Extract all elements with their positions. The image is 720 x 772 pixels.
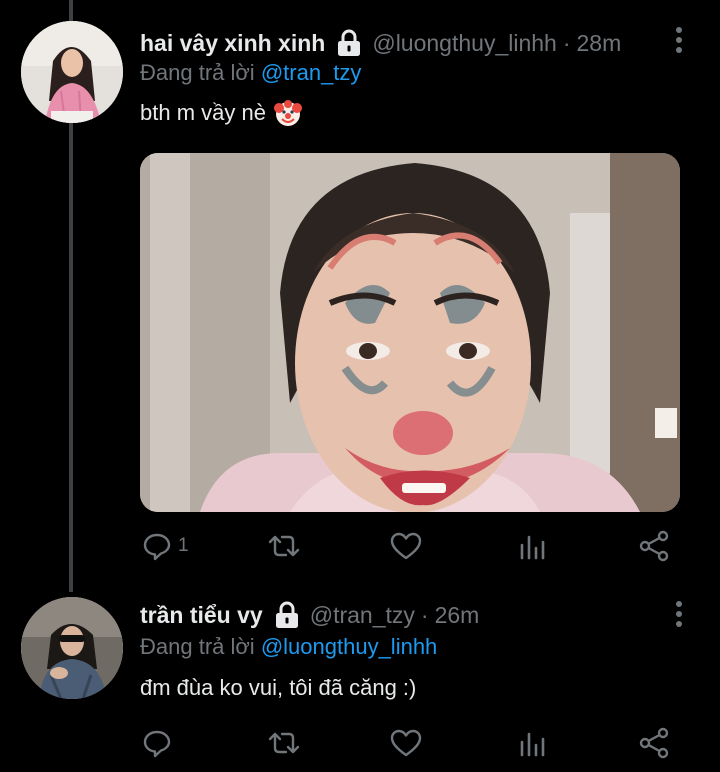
tweet-text-content: đm đùa ko vui, tôi đã căng :) <box>140 675 417 700</box>
tweet-header: hai vây xinh xinh @luongthuy_linhh · 28m <box>140 26 621 60</box>
retweet-button[interactable] <box>266 725 302 761</box>
user-handle[interactable]: @tran_tzy <box>310 602 415 629</box>
avatar[interactable] <box>21 597 123 699</box>
heart-icon <box>390 728 422 758</box>
more-options-icon[interactable] <box>674 26 684 59</box>
timestamp[interactable]: 26m <box>435 602 480 629</box>
reply-prefix: Đang trả lời <box>140 60 255 85</box>
reply-button[interactable] <box>142 725 178 761</box>
display-name[interactable]: hai vây xinh xinh <box>140 30 325 57</box>
analytics-button[interactable] <box>518 528 546 564</box>
lock-icon <box>274 601 300 629</box>
display-name[interactable]: trần tiểu vy <box>140 602 263 629</box>
avatar[interactable] <box>21 21 123 123</box>
user-handle[interactable]: @luongthuy_linhh <box>372 30 556 57</box>
separator-dot: · <box>420 601 429 628</box>
reply-context: Đang trả lời @luongthuy_linhh <box>140 634 437 660</box>
tweet-media-image[interactable] <box>140 153 680 512</box>
tweet-header: trần tiểu vy @tran_tzy · 26m <box>140 598 479 632</box>
reply-icon <box>142 728 172 758</box>
tweet-actions <box>140 725 680 761</box>
reply-count: 1 <box>178 535 189 556</box>
tweet-text: bth m vầy nè <box>140 99 302 127</box>
tweet-text: đm đùa ko vui, tôi đã căng :) <box>140 675 416 701</box>
share-icon <box>638 727 670 759</box>
reply-mention-link[interactable]: @tran_tzy <box>261 60 362 85</box>
retweet-icon <box>266 531 302 561</box>
reply-context: Đang trả lời @tran_tzy <box>140 60 361 86</box>
lock-icon <box>336 29 362 57</box>
analytics-button[interactable] <box>518 725 546 761</box>
tweet-actions: 1 <box>140 528 680 564</box>
retweet-icon <box>266 728 302 758</box>
retweet-button[interactable] <box>266 528 302 564</box>
tweet-text-content: bth m vầy nè <box>140 100 266 125</box>
reply-prefix: Đang trả lời <box>140 634 255 659</box>
share-icon <box>638 530 670 562</box>
heart-icon <box>390 531 422 561</box>
clown-face-icon <box>273 99 302 127</box>
tweet-2[interactable]: trần tiểu vy @tran_tzy · 26m Đang trả lờ… <box>0 572 720 772</box>
analytics-icon <box>518 531 546 561</box>
like-button[interactable] <box>390 528 422 564</box>
like-button[interactable] <box>390 725 422 761</box>
reply-icon <box>142 531 172 561</box>
reply-button[interactable]: 1 <box>142 528 189 564</box>
separator-dot: · <box>562 29 571 56</box>
share-button[interactable] <box>638 528 670 564</box>
analytics-icon <box>518 728 546 758</box>
reply-mention-link[interactable]: @luongthuy_linhh <box>261 634 437 659</box>
share-button[interactable] <box>638 725 670 761</box>
more-options-icon[interactable] <box>674 600 684 633</box>
timestamp[interactable]: 28m <box>577 30 622 57</box>
tweet-1[interactable]: hai vây xinh xinh @luongthuy_linhh · 28m… <box>0 0 720 592</box>
